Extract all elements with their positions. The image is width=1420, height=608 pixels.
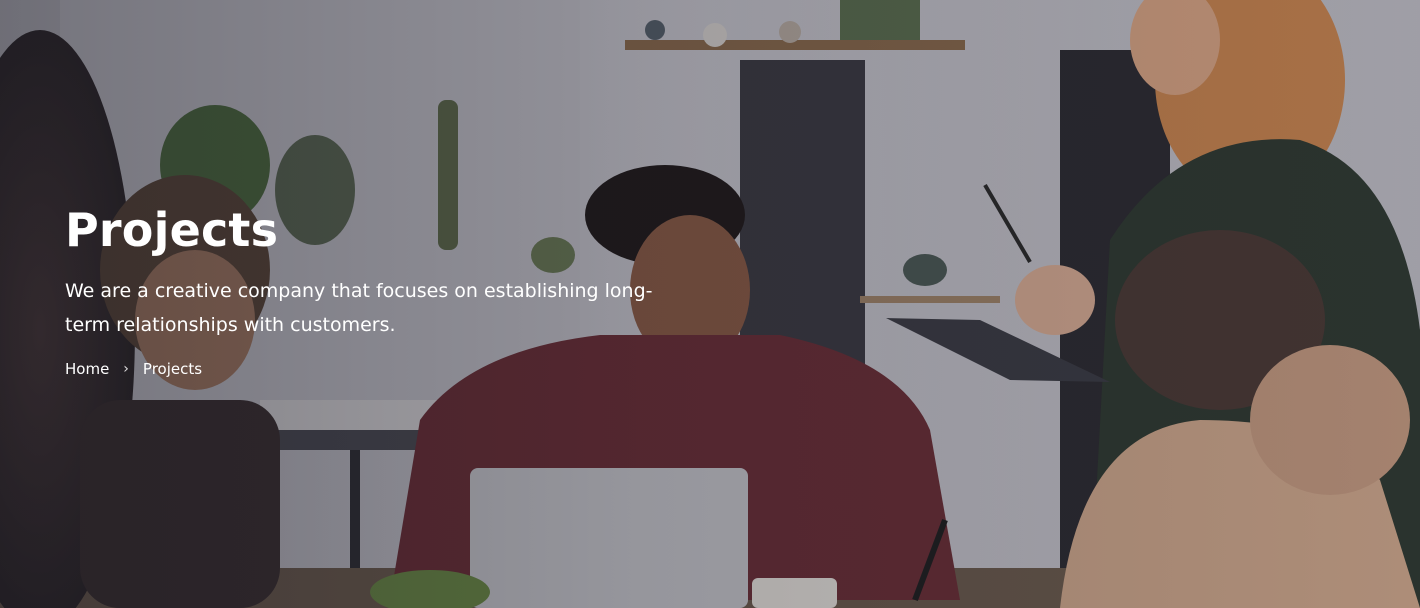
chevron-right-icon: › bbox=[123, 361, 129, 377]
page-title: Projects bbox=[65, 203, 279, 257]
page-subtitle: We are a creative company that focuses o… bbox=[65, 280, 653, 336]
breadcrumb: Home › Projects bbox=[65, 360, 705, 378]
hero-banner: Projects We are a creative company that … bbox=[0, 0, 1420, 608]
breadcrumb-current-page: Projects bbox=[142, 360, 203, 378]
hero-content: Projects We are a creative company that … bbox=[65, 200, 705, 378]
breadcrumb-home-link[interactable]: Home bbox=[65, 360, 109, 378]
